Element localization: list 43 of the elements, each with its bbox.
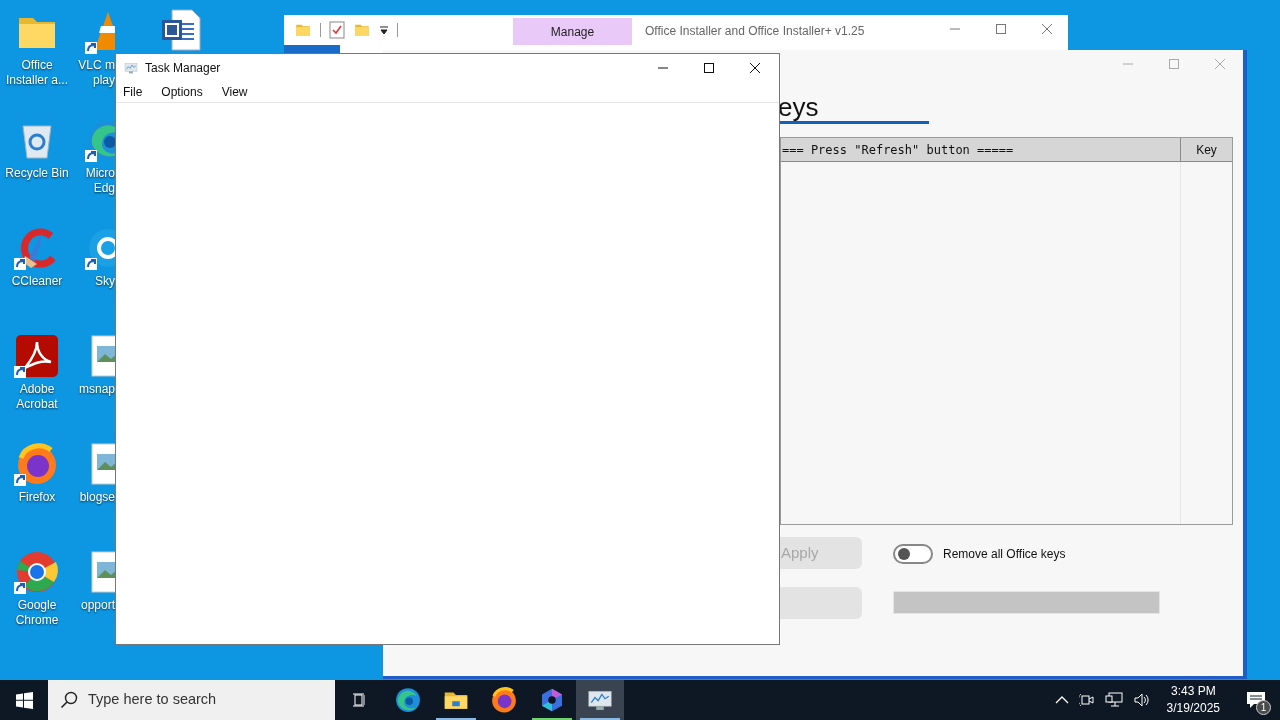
icon-label[interactable]: blogse	[79, 490, 115, 505]
column-header[interactable]: === Press "Refresh" button =====	[781, 138, 1180, 161]
fox-globe-icon[interactable]	[489, 685, 519, 715]
pdf-app-icon[interactable]	[13, 332, 61, 380]
notification-count: 1	[1256, 700, 1271, 715]
icon-label[interactable]: VLC m	[78, 58, 115, 73]
icon-label[interactable]: msnap	[78, 382, 115, 397]
icon-label[interactable]: play	[93, 73, 115, 88]
speaker-icon[interactable]	[1132, 692, 1151, 708]
icon-label[interactable]: Office Installer a...	[0, 58, 74, 88]
ribbon-tab[interactable]: Manage	[513, 18, 632, 45]
toggle-label: Remove all Office keys	[943, 546, 1066, 563]
toggle-switch[interactable]	[893, 544, 933, 564]
camera-icon[interactable]	[1078, 692, 1095, 708]
maximize-icon[interactable]	[703, 62, 715, 74]
icon-label[interactable]: opport	[80, 598, 115, 613]
menu-item[interactable]: File	[122, 83, 144, 101]
icon-label[interactable]: Adobe Acrobat	[0, 382, 74, 412]
close-icon[interactable]	[749, 62, 761, 74]
notification-button[interactable]: 1	[1236, 680, 1276, 720]
icon-label[interactable]: Sky	[95, 274, 115, 289]
taskbar-button[interactable]	[576, 680, 624, 720]
icon-label[interactable]: Firefox	[0, 490, 74, 505]
windows-start-icon[interactable]	[15, 691, 33, 709]
icon-label[interactable]: Recycle Bin	[0, 166, 74, 181]
clock[interactable]: 3:43 PM 3/19/2025	[1160, 683, 1226, 717]
column-header[interactable]: Key	[1180, 138, 1232, 161]
menu-item[interactable]: View	[220, 83, 249, 101]
search-icon	[60, 691, 78, 709]
chevron-up-icon[interactable]	[1054, 695, 1069, 705]
icon-label[interactable]: Google Chrome	[0, 598, 74, 628]
search-field[interactable]: Type here to search	[48, 680, 335, 720]
icon-label[interactable]: Micro	[85, 166, 115, 181]
checklist-icon[interactable]	[329, 21, 345, 39]
page-heading: eys	[778, 91, 819, 124]
network-icon[interactable]	[1104, 692, 1123, 708]
dropdown-icon[interactable]	[379, 25, 389, 35]
menu-item[interactable]: Options	[160, 83, 204, 101]
swirl-browser-icon[interactable]	[393, 685, 423, 715]
icon-label[interactable]: CCleaner	[0, 274, 74, 289]
window-title: Office Installer and Office Installer+ v1.25	[645, 23, 865, 40]
window-title: Task Manager	[145, 60, 221, 77]
icon-label[interactable]: Edg	[93, 181, 115, 196]
